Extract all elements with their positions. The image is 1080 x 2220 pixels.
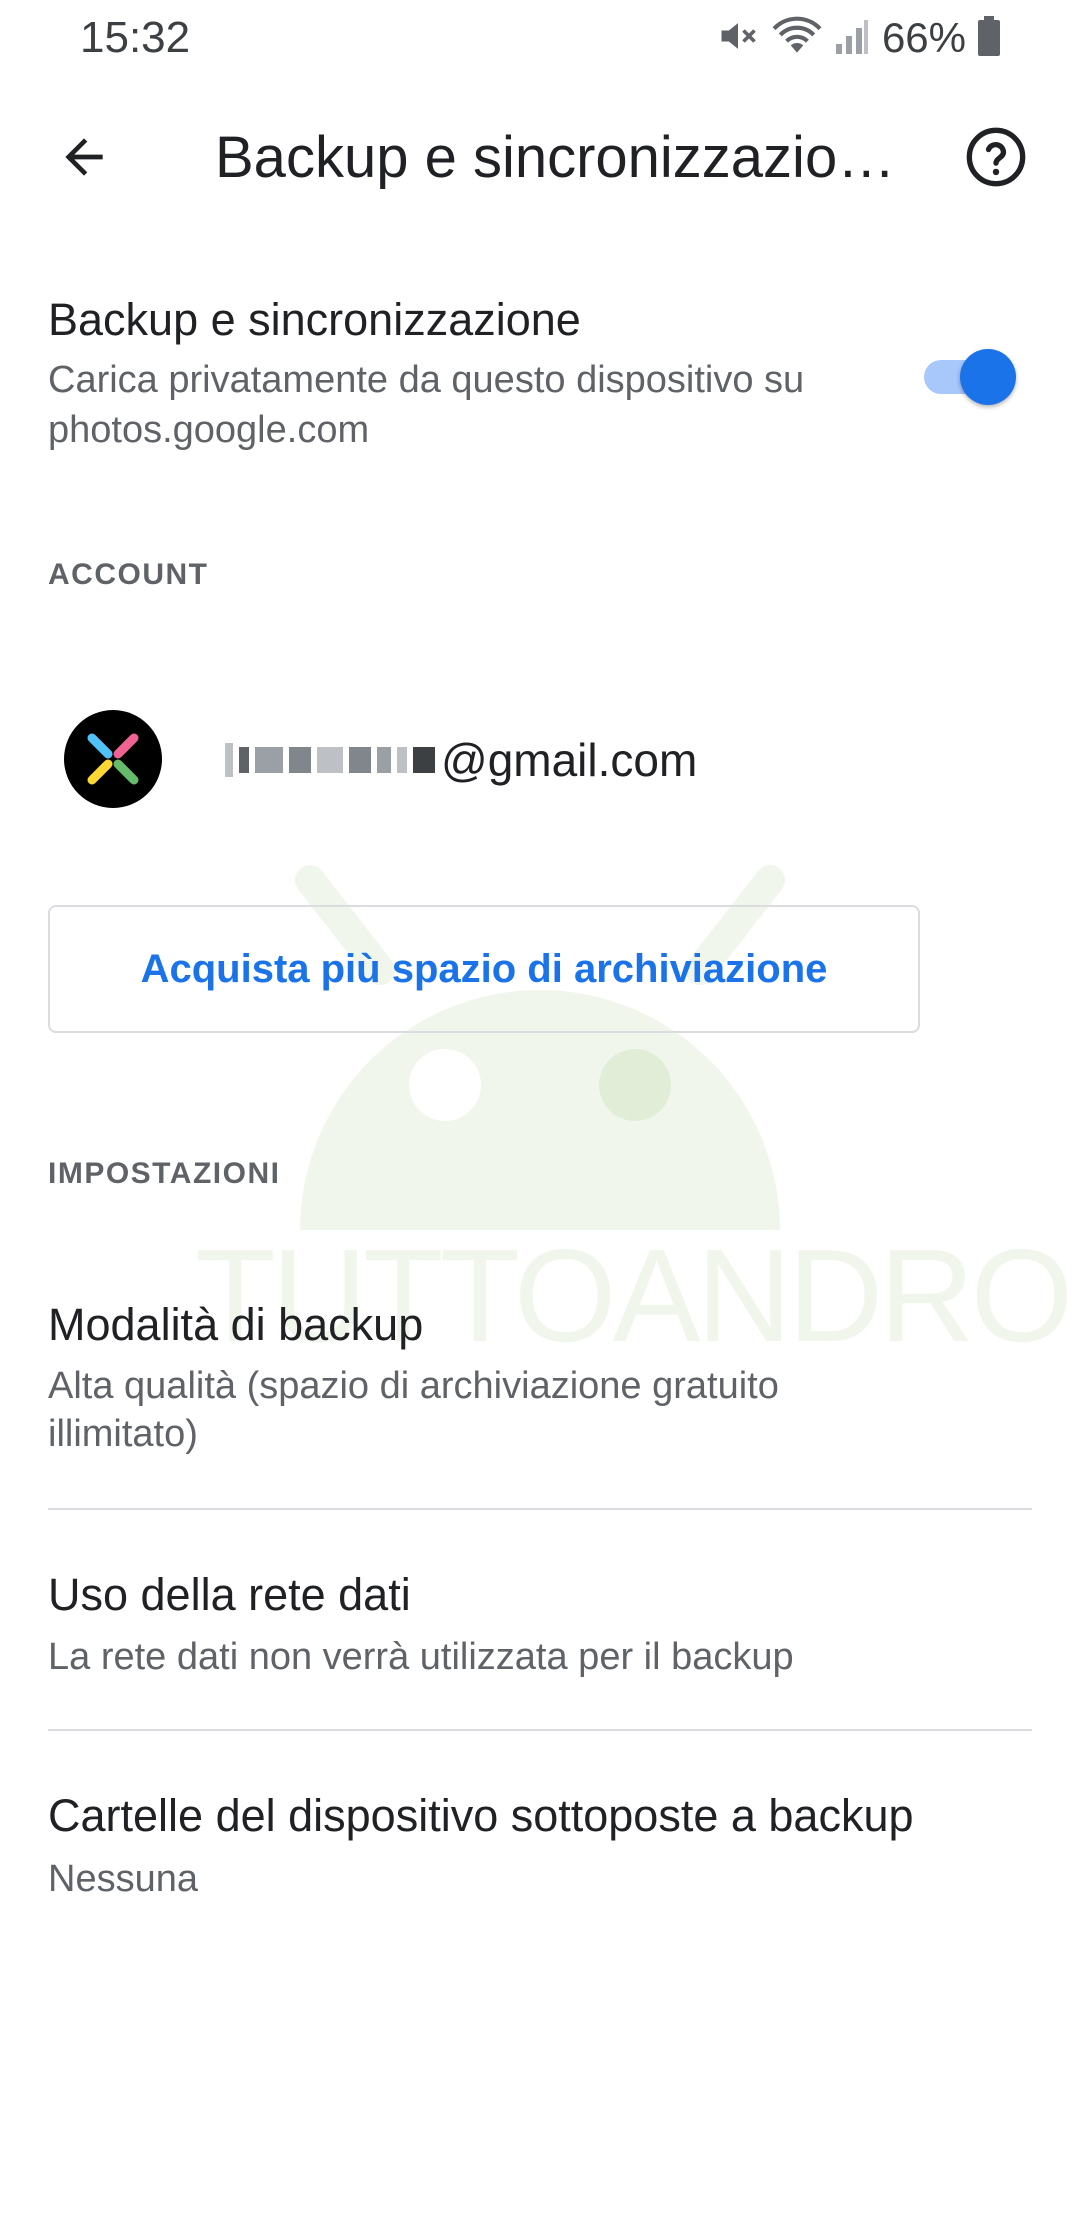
backup-sync-title: Backup e sincronizzazione	[48, 294, 581, 345]
backup-mode-description: Alta qualità (spazio di archiviazione gr…	[48, 1365, 779, 1455]
back-button[interactable]	[40, 115, 128, 203]
buy-storage-button[interactable]: Acquista più spazio di archiviazione	[48, 905, 920, 1033]
switch-thumb	[960, 349, 1016, 405]
status-time: 15:32	[80, 13, 191, 62]
avatar	[64, 710, 162, 808]
backup-sync-switch[interactable]	[920, 343, 1020, 405]
arrow-back-icon	[56, 129, 112, 190]
status-icons: 66%	[716, 10, 1000, 66]
data-usage-title: Uso della rete dati	[48, 1569, 411, 1620]
account-section-header: ACCOUNT	[48, 558, 209, 591]
battery-icon	[978, 15, 1000, 61]
divider	[48, 1508, 1032, 1510]
mute-icon	[716, 14, 760, 63]
email-redacted-pixels	[225, 743, 435, 777]
device-folders-title: Cartelle del dispositivo sottoposte a ba…	[48, 1790, 914, 1841]
device-folders-description: Nessuna	[48, 1858, 198, 1900]
backup-mode-title: Modalità di backup	[48, 1299, 424, 1350]
divider	[48, 1729, 1032, 1731]
account-email: @gmail.com	[225, 730, 697, 790]
signal-icon	[834, 16, 870, 61]
account-email-domain: @gmail.com	[441, 734, 698, 786]
backup-sync-description: Carica privatamente da questo dispositiv…	[48, 359, 805, 451]
page-title: Backup e sincronizzazio…	[215, 125, 896, 190]
battery-percent: 66%	[881, 14, 966, 61]
help-button[interactable]	[952, 115, 1040, 203]
wifi-icon	[772, 14, 822, 63]
help-icon	[964, 125, 1028, 194]
data-usage-description: La rete dati non verrà utilizzata per il…	[48, 1636, 794, 1678]
buy-storage-label: Acquista più spazio di archiviazione	[140, 946, 828, 991]
settings-section-header: IMPOSTAZIONI	[48, 1157, 281, 1190]
